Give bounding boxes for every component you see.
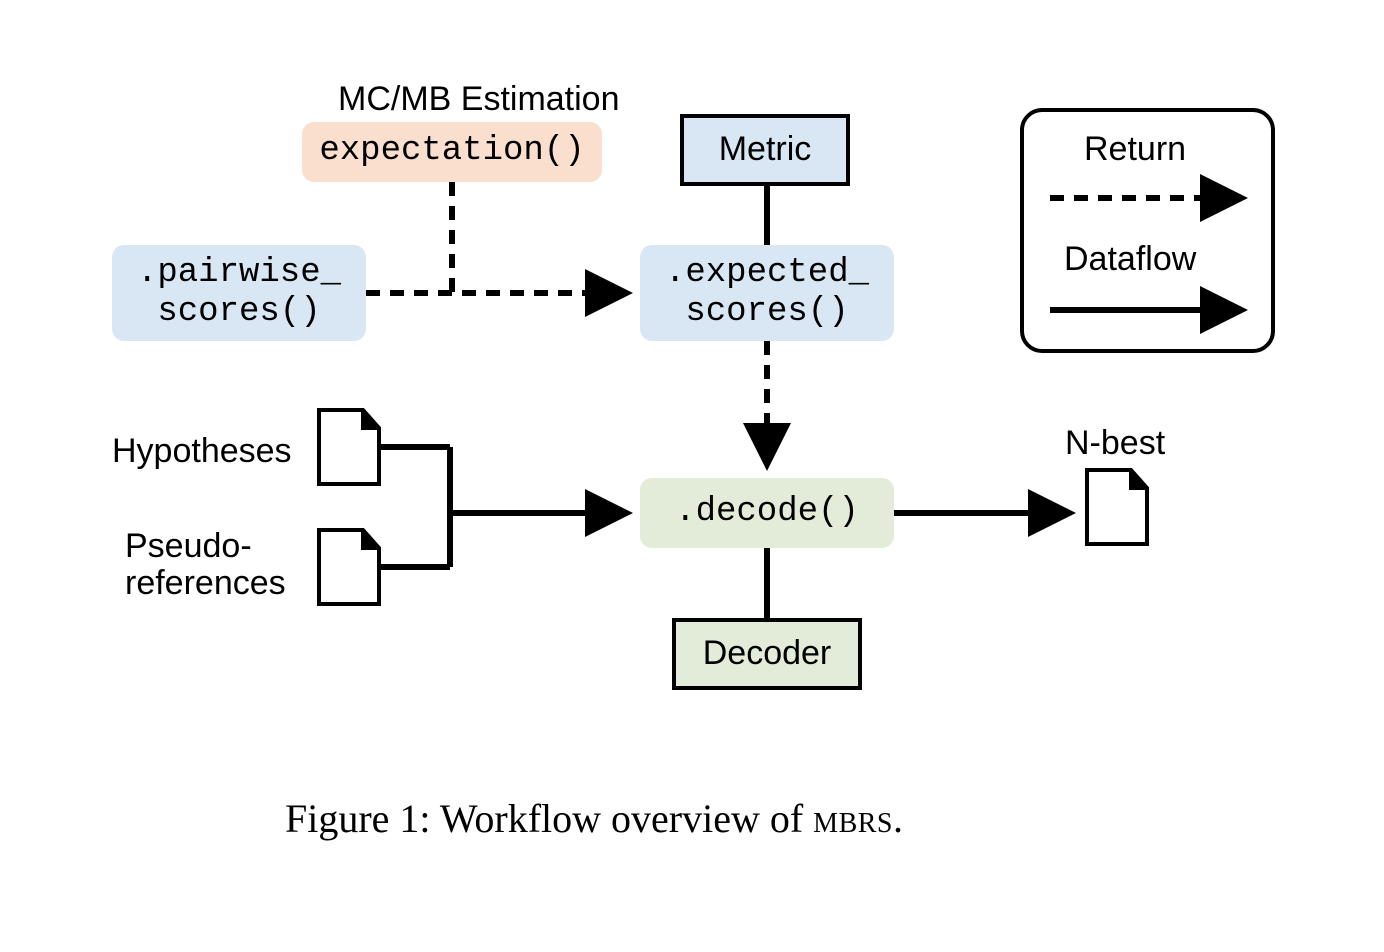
decode-box: .decode() <box>640 478 894 548</box>
document-icon <box>317 408 381 491</box>
pairwise-scores-box: .pairwise_ scores() <box>112 245 366 341</box>
legend-dataflow-label: Dataflow <box>1064 240 1196 279</box>
figure-caption: Figure 1: Workflow overview of mbrs. <box>285 795 903 842</box>
document-icon <box>1085 468 1149 551</box>
legend-return-label: Return <box>1084 130 1186 169</box>
metric-box: Metric <box>680 114 850 186</box>
hypotheses-label: Hypotheses <box>112 432 292 471</box>
diagram-stage: MC/MB Estimation expectation() Metric .p… <box>0 0 1384 952</box>
caption-suffix: . <box>893 796 903 841</box>
document-icon <box>317 528 381 611</box>
estimation-title: MC/MB Estimation <box>338 80 620 119</box>
caption-prefix: Figure 1: Workflow overview of <box>285 796 813 841</box>
pseudo-references-label: Pseudo- references <box>125 528 286 603</box>
caption-system: mbrs <box>813 796 893 841</box>
expected-scores-box: .expected_ scores() <box>640 245 894 341</box>
nbest-label: N-best <box>1065 424 1165 463</box>
decoder-box: Decoder <box>672 618 862 690</box>
legend-box: Return Dataflow <box>1020 108 1275 353</box>
expectation-box: expectation() <box>302 122 602 182</box>
